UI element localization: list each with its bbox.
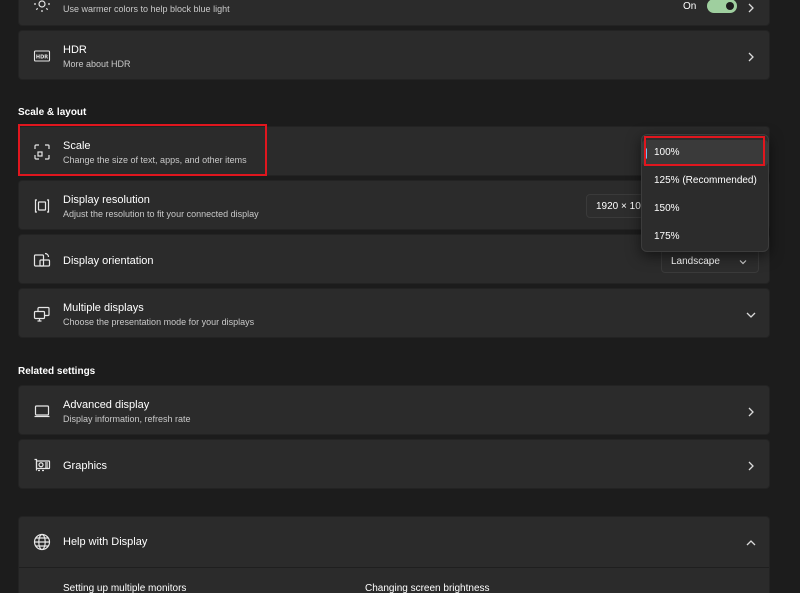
multiple-displays-card[interactable]: Multiple displays Choose the presentatio… <box>18 288 770 338</box>
scale-option-175[interactable]: 175% <box>642 224 768 250</box>
display-orientation-value: Landscape <box>671 256 720 267</box>
help-with-display-card[interactable]: Help with Display Setting up multiple mo… <box>18 516 770 593</box>
related-settings-header: Related settings <box>18 366 96 377</box>
chevron-down-icon <box>738 257 748 267</box>
graphics-title: Graphics <box>63 460 108 472</box>
monitor-icon <box>33 402 51 420</box>
scale-highlight-box <box>18 124 267 176</box>
hdr-icon: HDR <box>33 47 51 65</box>
help-divider <box>19 567 769 568</box>
graphics-card[interactable]: Graphics <box>18 439 770 489</box>
hdr-title: HDR <box>63 44 87 56</box>
display-resolution-value: 1920 × 108 <box>596 201 647 212</box>
chevron-right-icon <box>745 50 757 62</box>
multiple-displays-subtitle: Choose the presentation mode for your di… <box>63 317 255 327</box>
display-resolution-title: Display resolution <box>63 194 150 206</box>
advanced-display-card[interactable]: Advanced display Display information, re… <box>18 385 770 435</box>
scale-layout-header: Scale & layout <box>18 107 87 118</box>
chevron-right-icon <box>745 459 757 471</box>
svg-text:HDR: HDR <box>36 55 48 61</box>
help-with-display-title: Help with Display <box>63 536 148 548</box>
globe-icon <box>33 533 51 551</box>
help-link-screen-brightness[interactable]: Changing screen brightness <box>365 583 490 593</box>
hdr-subtitle[interactable]: More about HDR <box>63 59 131 69</box>
night-light-toggle[interactable] <box>707 0 737 13</box>
chevron-right-icon <box>745 1 757 13</box>
night-light-card[interactable]: Use warmer colors to help block blue lig… <box>18 0 770 26</box>
multiple-displays-title: Multiple displays <box>63 302 144 314</box>
scale-option-150[interactable]: 150% <box>642 196 768 222</box>
help-link-multiple-monitors[interactable]: Setting up multiple monitors <box>63 583 186 593</box>
display-resolution-subtitle: Adjust the resolution to fit your connec… <box>63 209 259 219</box>
scale-option-125[interactable]: 125% (Recommended) <box>642 168 768 194</box>
chevron-up-icon[interactable] <box>745 536 757 548</box>
scale-100-highlight-box <box>644 136 765 166</box>
night-light-toggle-label: On <box>683 1 697 12</box>
night-light-subtitle: Use warmer colors to help block blue lig… <box>63 4 230 14</box>
multiple-displays-icon <box>33 305 51 323</box>
display-resolution-icon <box>33 197 51 215</box>
advanced-display-title: Advanced display <box>63 399 150 411</box>
orientation-icon <box>33 251 51 269</box>
hdr-card[interactable]: HDR HDR More about HDR <box>18 30 770 80</box>
chevron-down-icon[interactable] <box>745 308 757 320</box>
advanced-display-subtitle: Display information, refresh rate <box>63 414 191 424</box>
brightness-icon <box>33 0 51 13</box>
display-orientation-title: Display orientation <box>63 255 154 267</box>
display-orientation-dropdown[interactable]: Landscape <box>661 249 759 273</box>
graphics-card-icon <box>33 456 51 474</box>
chevron-right-icon <box>745 405 757 417</box>
